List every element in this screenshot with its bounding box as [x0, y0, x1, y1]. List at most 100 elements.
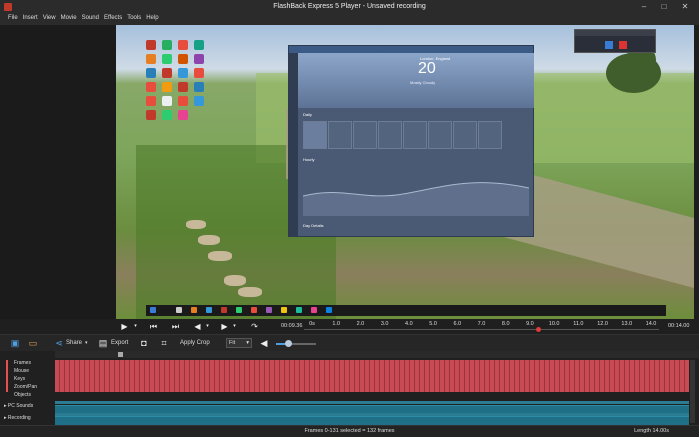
weather-titlebar — [289, 46, 533, 53]
recording-label[interactable]: ▸ Recording — [4, 415, 31, 421]
windows-taskbar — [146, 305, 666, 316]
taskbar-icon — [296, 307, 302, 313]
next-icon[interactable]: ⏭ — [171, 322, 180, 331]
maximize-button[interactable]: □ — [655, 1, 673, 13]
desktop-icon — [178, 54, 188, 64]
stop-icon[interactable] — [619, 41, 627, 49]
mini-recorder-window[interactable] — [574, 29, 656, 53]
menu-insert[interactable]: Insert — [23, 14, 38, 25]
menu-bar: File Insert View Movie Sound Effects Too… — [0, 14, 699, 25]
menu-help[interactable]: Help — [146, 14, 158, 25]
taskbar-icon — [311, 307, 317, 313]
pc-sounds-strip — [55, 401, 689, 404]
loop-icon[interactable]: ↷ — [250, 322, 259, 331]
timeline-ruler[interactable] — [55, 351, 699, 358]
time-ruler[interactable]: 0s 1.0 2.0 3.0 4.0 5.0 6.0 7.0 8.0 9.0 10.0 11.0 12.… — [304, 319, 659, 334]
track-label-frames[interactable]: Frames — [0, 359, 55, 367]
share-icon[interactable]: ⋖ — [54, 338, 64, 348]
day-card — [303, 121, 327, 149]
timeline-scroll-knob[interactable] — [118, 352, 123, 357]
menu-movie[interactable]: Movie — [61, 14, 77, 25]
ruler-tick-label: 13.0 — [621, 321, 633, 327]
record-icon[interactable]: ▣ — [10, 338, 20, 348]
open-folder-icon[interactable]: ▭ — [28, 338, 38, 348]
hourly-label: Hourly — [303, 157, 315, 162]
canvas-margin-right — [694, 25, 699, 319]
ruler-tick-label: 12.0 — [597, 321, 608, 327]
track-label-zoompan[interactable]: Zoom/Pan — [0, 383, 55, 391]
weather-sidebar — [289, 53, 298, 237]
ruler-tick-label: 2.0 — [356, 321, 365, 327]
selection-status: Frames 0-131 selected = 132 frames — [304, 428, 395, 434]
snapshot-icon[interactable]: ◘ — [139, 338, 149, 348]
desktop-icon — [162, 110, 172, 120]
weather-header: London, England 20 Mostly Cloudy — [298, 53, 534, 108]
desktop-icon — [178, 110, 188, 120]
video-preview[interactable]: London, England 20 Mostly Cloudy Daily H… — [116, 25, 694, 319]
weather-app-window[interactable]: London, England 20 Mostly Cloudy Daily H… — [288, 45, 534, 237]
frames-track[interactable] — [55, 360, 689, 392]
day-card — [453, 121, 477, 149]
ruler-tick-label: 7.0 — [477, 321, 486, 327]
ruler-tick-label: 9.0 — [526, 321, 534, 327]
ruler-tick-label: 4.0 — [405, 321, 413, 327]
step-back-options-icon[interactable]: ▾ — [203, 322, 212, 331]
menu-file[interactable]: File — [8, 14, 18, 25]
weather-temperature: 20 — [418, 60, 436, 77]
window-title: FlashBack Express 5 Player - Unsaved rec… — [273, 3, 426, 10]
track-label-objects[interactable]: Objects — [0, 391, 55, 399]
step-back-icon[interactable]: ◀ — [193, 322, 202, 331]
export-button[interactable]: Export — [111, 339, 128, 348]
share-button[interactable]: Share — [66, 339, 82, 348]
desktop-icon — [162, 96, 172, 106]
vertical-scrollbar[interactable] — [690, 360, 695, 423]
volume-icon[interactable]: ◀ — [259, 338, 269, 348]
pc-sounds-label[interactable]: ▸ PC Sounds — [4, 403, 33, 409]
step-forward-options-icon[interactable]: ▾ — [230, 322, 239, 331]
taskbar-icon — [251, 307, 257, 313]
menu-view[interactable]: View — [43, 14, 56, 25]
ruler-tick-label: 11.0 — [573, 321, 584, 327]
menu-effects[interactable]: Effects — [104, 14, 122, 25]
share-dropdown-icon[interactable]: ▾ — [85, 339, 88, 348]
export-icon[interactable]: ▤ — [98, 338, 108, 348]
play-icon[interactable]: ▶ — [120, 322, 129, 331]
apply-crop-button[interactable]: Apply Crop — [180, 339, 210, 348]
day-details-label: Day Details — [303, 223, 324, 228]
ruler-line — [304, 329, 659, 330]
previous-icon[interactable]: ⏮ — [149, 322, 158, 331]
recording-track[interactable] — [55, 416, 689, 425]
volume-slider-knob[interactable] — [284, 340, 292, 347]
editor-toolbar: ▣ ▭ ⋖ Share ▾ ▤ Export ◘ ⌗ Apply Crop Fi… — [0, 334, 699, 351]
taskbar-icon — [326, 307, 332, 313]
playhead-marker[interactable] — [536, 327, 542, 332]
close-button[interactable]: ✕ — [676, 1, 694, 13]
track-label-mouse[interactable]: Mouse — [0, 367, 55, 375]
desktop-icon — [146, 110, 156, 120]
wall-stone — [208, 251, 232, 261]
track-label-keys[interactable]: Keys — [0, 375, 55, 383]
day-card — [403, 121, 427, 149]
play-options-icon[interactable]: ▾ — [131, 322, 140, 331]
hourly-chart — [303, 182, 529, 216]
desktop-icon — [146, 82, 156, 92]
zoom-fit-select[interactable]: Fit ▾ — [226, 338, 252, 348]
taskbar-icon — [236, 307, 242, 313]
mini-recorder-titlebar — [575, 30, 655, 36]
desktop-icon — [162, 40, 172, 50]
desktop-icon — [178, 40, 188, 50]
taskbar-icon — [281, 307, 287, 313]
day-card — [378, 121, 402, 149]
taskbar-icon — [266, 307, 272, 313]
current-time: 00:09.36 — [281, 323, 303, 329]
wall-stone — [186, 220, 206, 229]
pause-icon[interactable] — [605, 41, 613, 49]
menu-tools[interactable]: Tools — [127, 14, 141, 25]
step-forward-icon[interactable]: ▶ — [220, 322, 229, 331]
menu-sound[interactable]: Sound — [82, 14, 99, 25]
minimize-button[interactable]: – — [635, 1, 653, 13]
taskbar-icon — [176, 307, 182, 313]
desktop-icon — [146, 54, 156, 64]
zoom-fit-value: Fit — [229, 340, 236, 346]
crop-icon[interactable]: ⌗ — [159, 338, 169, 348]
